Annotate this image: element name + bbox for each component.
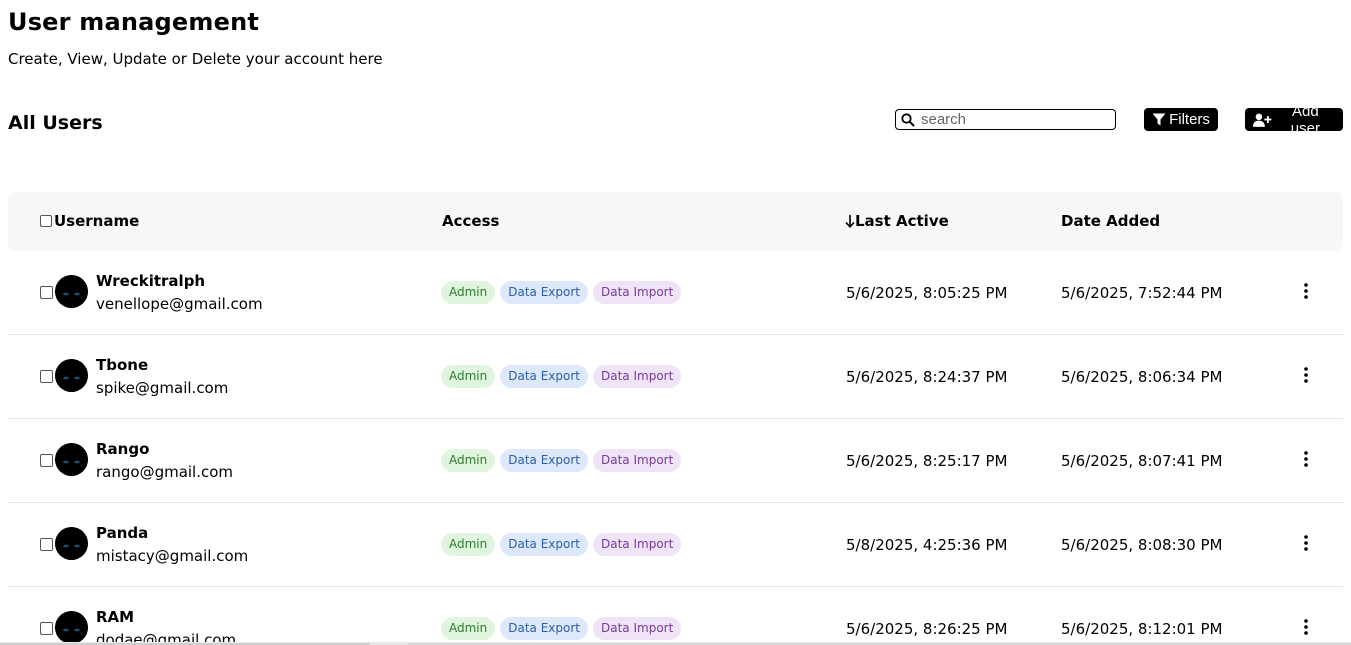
kebab-menu-icon xyxy=(1304,283,1308,299)
access-badge-admin: Admin xyxy=(441,533,496,556)
access-badge-data-import: Data Import xyxy=(593,617,682,640)
access-badge-data-import: Data Import xyxy=(593,533,682,556)
kebab-menu-icon xyxy=(1304,367,1308,383)
username: RAM xyxy=(96,608,135,626)
avatar xyxy=(55,275,88,308)
kebab-menu-icon xyxy=(1304,535,1308,551)
table-row: Rango rango@gmail.com Admin Data Export … xyxy=(8,419,1343,503)
section-title: All Users xyxy=(8,112,103,134)
add-user-button[interactable]: Add user xyxy=(1245,103,1343,137)
page-title: User management xyxy=(8,8,260,36)
access-badge-admin: Admin xyxy=(441,281,496,304)
column-header-date-added-label: Date Added xyxy=(1061,212,1161,230)
filters-button[interactable]: Filters xyxy=(1144,108,1218,131)
access-badges: Admin Data Export Data Import xyxy=(441,449,682,472)
table-row: Panda mistacy@gmail.com Admin Data Expor… xyxy=(8,503,1343,587)
username: Rango xyxy=(96,440,150,458)
user-email: venellope@gmail.com xyxy=(96,295,263,313)
column-header-access: Access xyxy=(442,212,499,230)
last-active: 5/6/2025, 8:26:25 PM xyxy=(846,620,1008,638)
row-checkbox[interactable] xyxy=(40,622,53,635)
user-management-page: User management Create, View, Update or … xyxy=(0,0,1351,645)
arrow-down-icon xyxy=(845,215,855,228)
add-user-button-label: Add user xyxy=(1290,102,1320,137)
more-options-button[interactable] xyxy=(1298,617,1314,637)
access-badge-data-import: Data Import xyxy=(593,449,682,472)
user-email: mistacy@gmail.com xyxy=(96,547,249,565)
user-email: spike@gmail.com xyxy=(96,379,229,397)
kebab-menu-icon xyxy=(1304,619,1308,635)
column-header-last-active-label: Last Active xyxy=(855,212,949,230)
column-header-username-label: Username xyxy=(54,212,140,230)
users-table: Username Access Last Active Date Added W… xyxy=(8,192,1343,645)
access-badge-data-export: Data Export xyxy=(500,449,588,472)
access-badges: Admin Data Export Data Import xyxy=(441,281,682,304)
date-added: 5/6/2025, 8:06:34 PM xyxy=(1061,368,1223,386)
username: Panda xyxy=(96,524,149,542)
table-row: RAM dodae@gmail.com Admin Data Export Da… xyxy=(8,587,1343,645)
access-badge-data-export: Data Export xyxy=(500,281,588,304)
user-email: rango@gmail.com xyxy=(96,463,234,481)
access-badge-data-export: Data Export xyxy=(500,365,588,388)
last-active: 5/8/2025, 4:25:36 PM xyxy=(846,536,1008,554)
more-options-button[interactable] xyxy=(1298,533,1314,553)
date-added: 5/6/2025, 7:52:44 PM xyxy=(1061,284,1223,302)
avatar xyxy=(55,527,88,560)
user-plus-icon xyxy=(1253,113,1272,127)
table-row: Wreckitralph venellope@gmail.com Admin D… xyxy=(8,251,1343,335)
username: Wreckitralph xyxy=(96,272,206,290)
row-checkbox[interactable] xyxy=(40,454,53,467)
date-added: 5/6/2025, 8:12:01 PM xyxy=(1061,620,1223,638)
avatar xyxy=(55,359,88,392)
access-badges: Admin Data Export Data Import xyxy=(441,533,682,556)
column-header-last-active[interactable]: Last Active xyxy=(845,212,949,230)
more-options-button[interactable] xyxy=(1298,449,1314,469)
table-body: Wreckitralph venellope@gmail.com Admin D… xyxy=(8,251,1343,645)
last-active: 5/6/2025, 8:25:17 PM xyxy=(846,452,1008,470)
last-active: 5/6/2025, 8:05:25 PM xyxy=(846,284,1008,302)
avatar xyxy=(55,443,88,476)
avatar xyxy=(55,611,88,644)
access-badge-data-export: Data Export xyxy=(500,533,588,556)
more-options-button[interactable] xyxy=(1298,365,1314,385)
table-header: Username Access Last Active Date Added xyxy=(8,192,1343,251)
search-input[interactable] xyxy=(921,111,1101,128)
row-checkbox[interactable] xyxy=(40,538,53,551)
access-badge-admin: Admin xyxy=(441,617,496,640)
search-icon xyxy=(901,112,915,127)
column-header-access-label: Access xyxy=(442,212,500,230)
page-subtitle: Create, View, Update or Delete your acco… xyxy=(8,50,383,68)
access-badge-admin: Admin xyxy=(441,449,496,472)
column-header-username: Username xyxy=(40,212,139,230)
more-options-button[interactable] xyxy=(1298,281,1314,301)
date-added: 5/6/2025, 8:08:30 PM xyxy=(1061,536,1223,554)
date-added: 5/6/2025, 8:07:41 PM xyxy=(1061,452,1223,470)
filters-button-label: Filters xyxy=(1169,111,1210,128)
access-badge-data-export: Data Export xyxy=(500,617,588,640)
access-badges: Admin Data Export Data Import xyxy=(441,365,682,388)
filter-icon xyxy=(1152,113,1166,126)
access-badges: Admin Data Export Data Import xyxy=(441,617,682,640)
access-badge-data-import: Data Import xyxy=(593,281,682,304)
search-box[interactable] xyxy=(895,109,1116,130)
access-badge-data-import: Data Import xyxy=(593,365,682,388)
row-checkbox[interactable] xyxy=(40,286,53,299)
kebab-menu-icon xyxy=(1304,451,1308,467)
username: Tbone xyxy=(96,356,149,374)
column-header-date-added[interactable]: Date Added xyxy=(1061,212,1160,230)
access-badge-admin: Admin xyxy=(441,365,496,388)
last-active: 5/6/2025, 8:24:37 PM xyxy=(846,368,1008,386)
table-row: Tbone spike@gmail.com Admin Data Export … xyxy=(8,335,1343,419)
select-all-checkbox[interactable] xyxy=(40,215,52,227)
row-checkbox[interactable] xyxy=(40,370,53,383)
